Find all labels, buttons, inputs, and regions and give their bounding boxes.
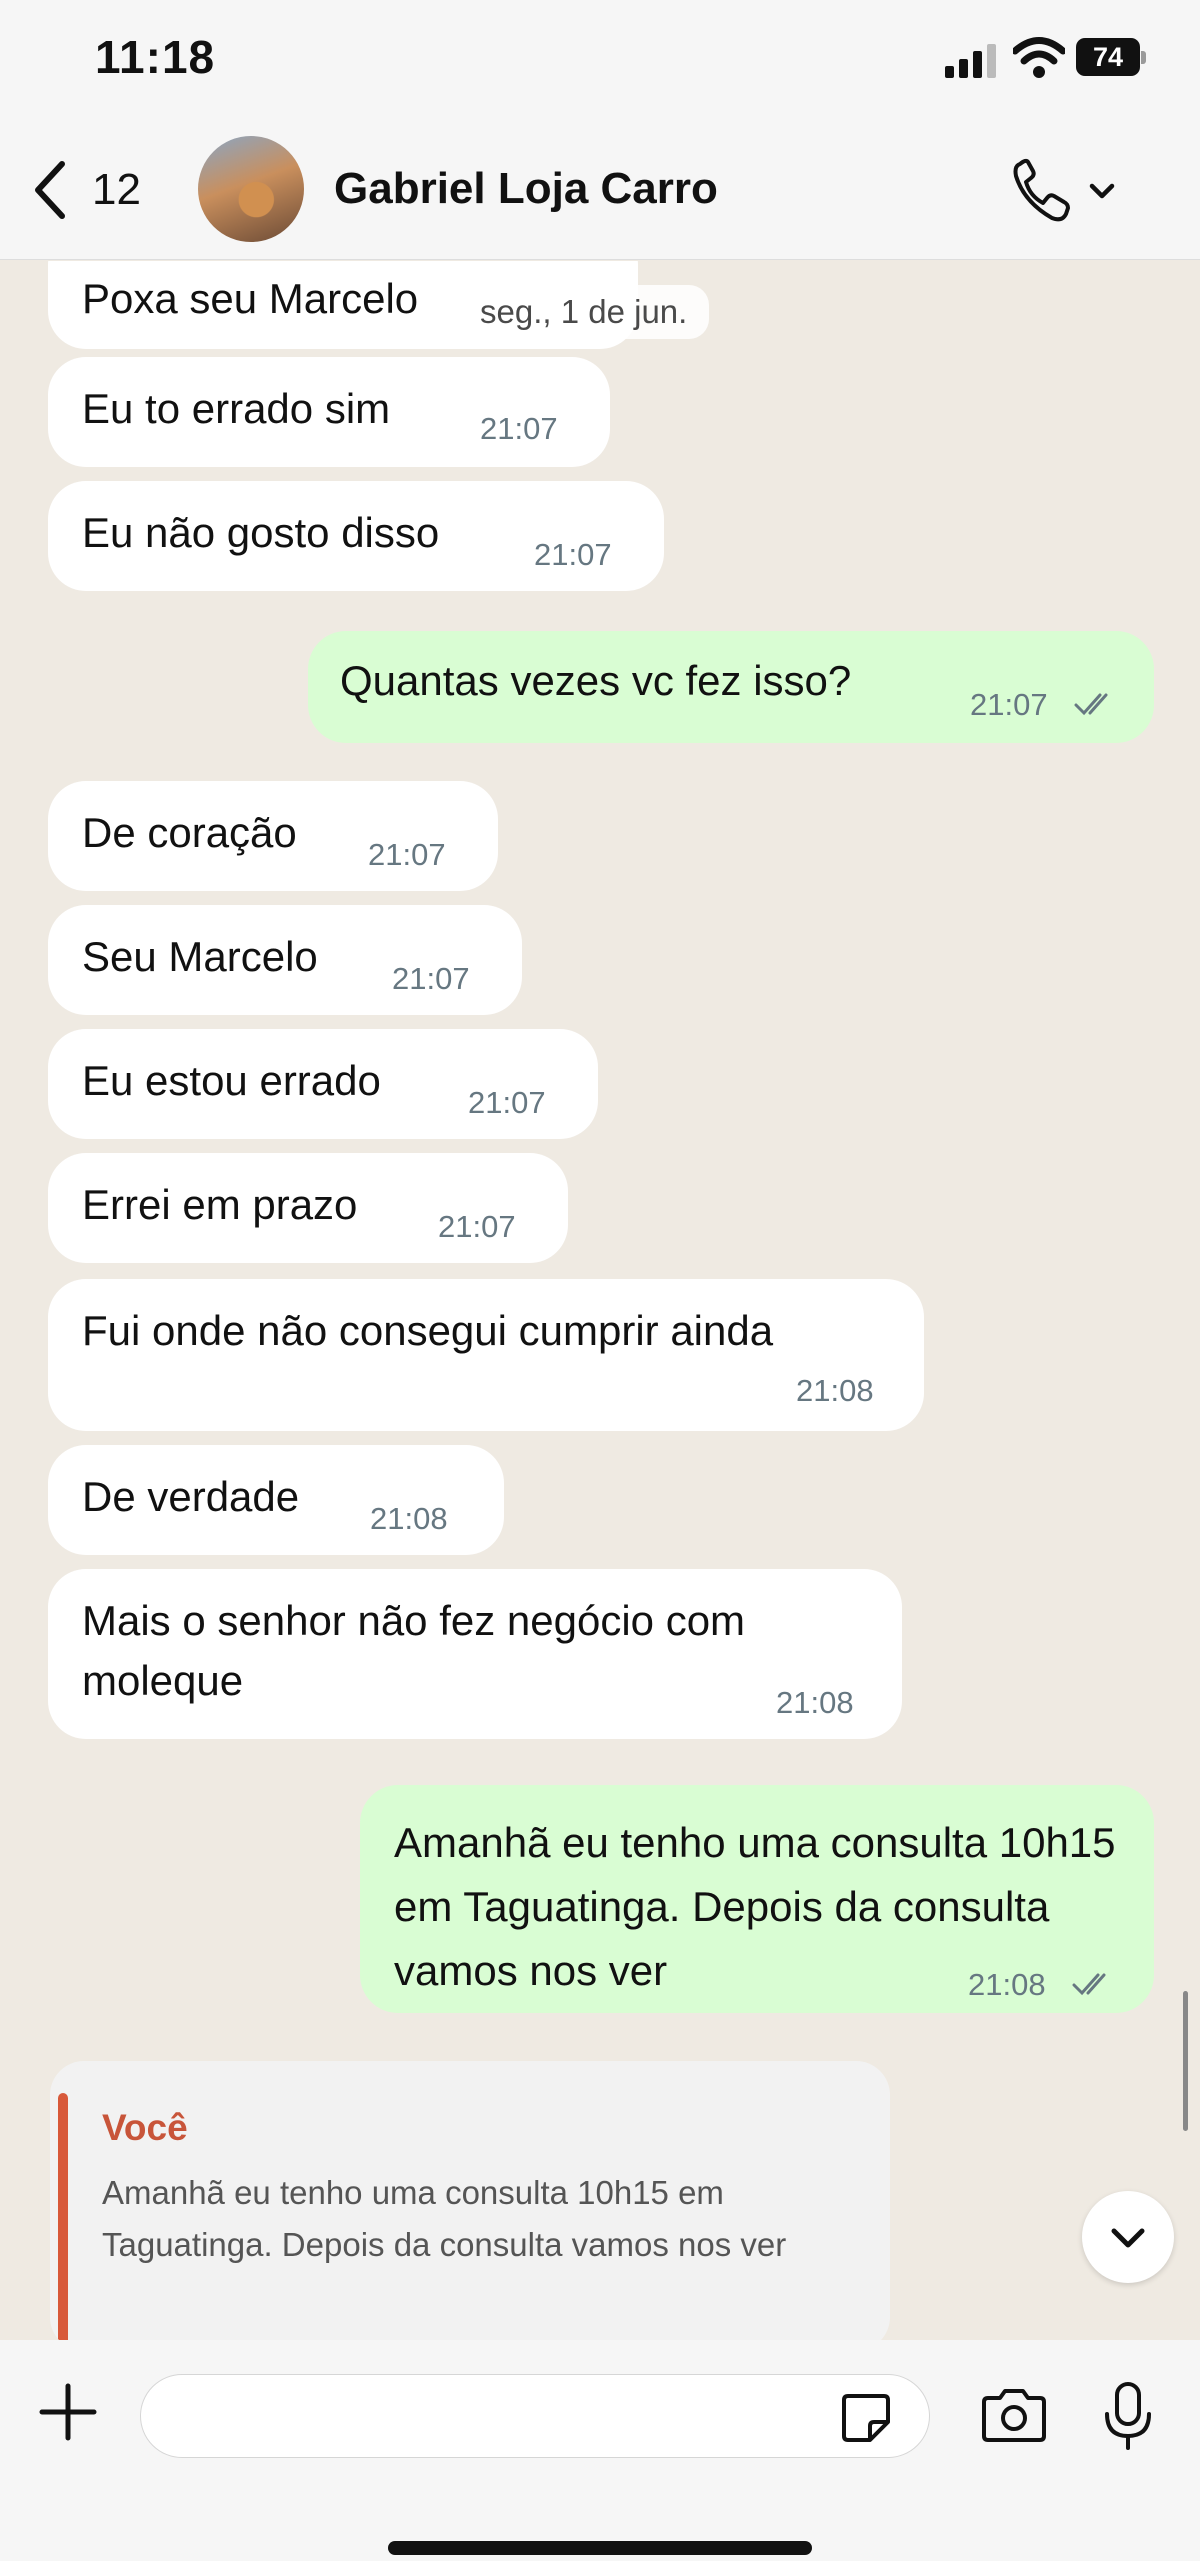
reply-preview[interactable]: Você Amanhã eu tenho uma consulta 10h15 … bbox=[50, 2061, 890, 2341]
message-incoming[interactable]: Eu estou errado 21:07 bbox=[48, 1029, 598, 1139]
battery-icon: 74 bbox=[1076, 38, 1146, 76]
message-incoming[interactable]: Eu to errado sim 21:07 bbox=[48, 357, 610, 467]
message-outgoing[interactable]: Quantas vezes vc fez isso? 21:07 bbox=[308, 631, 1154, 743]
message-incoming[interactable]: Fui onde não consegui cumprir ainda 21:0… bbox=[48, 1279, 924, 1431]
phone-icon bbox=[1013, 158, 1070, 222]
message-time: 21:07 bbox=[368, 837, 446, 872]
message-incoming[interactable]: Seu Marcelo 21:07 bbox=[48, 905, 522, 1015]
message-incoming[interactable]: Errei em prazo 21:07 bbox=[48, 1153, 568, 1263]
message-text: Quantas vezes vc fez isso? bbox=[340, 657, 852, 704]
message-text: Eu to errado sim bbox=[82, 385, 391, 432]
message-incoming[interactable]: Mais o senhor não fez negócio com molequ… bbox=[48, 1569, 902, 1739]
message-time: 21:07 bbox=[438, 1209, 516, 1244]
chat-header: 12 Gabriel Loja Carro bbox=[0, 120, 1200, 260]
call-button[interactable] bbox=[1010, 156, 1130, 226]
message-incoming[interactable]: Eu não gosto disso 21:07 bbox=[48, 481, 664, 591]
microphone-icon[interactable] bbox=[1100, 2380, 1156, 2452]
message-text: Eu estou errado bbox=[82, 1057, 381, 1104]
message-text: Seu Marcelo bbox=[82, 933, 318, 980]
back-chevron-icon bbox=[35, 161, 65, 219]
chevron-down-icon bbox=[1089, 183, 1115, 199]
status-bar: 11:18 74 bbox=[0, 0, 1200, 120]
scroll-indicator[interactable] bbox=[1183, 1991, 1188, 2131]
message-text: Eu não gosto disso bbox=[82, 509, 440, 556]
message-outgoing[interactable]: Amanhã eu tenho uma consulta 10h15 em Ta… bbox=[360, 1785, 1154, 2013]
back-button[interactable]: 12 bbox=[30, 158, 170, 222]
message-text: Mais o senhor não fez negócio com molequ… bbox=[82, 1597, 746, 1704]
avatar[interactable] bbox=[198, 136, 304, 242]
message-time: 21:07 bbox=[970, 687, 1048, 722]
message-time: 21:07 bbox=[392, 961, 470, 996]
message-time: 21:07 bbox=[468, 1085, 546, 1120]
double-check-icon bbox=[1074, 693, 1108, 716]
battery-level: 74 bbox=[1076, 38, 1140, 76]
message-text: De verdade bbox=[82, 1473, 300, 1520]
message-text: De coração bbox=[82, 809, 297, 856]
contact-name[interactable]: Gabriel Loja Carro bbox=[334, 164, 718, 214]
cellular-signal-icon bbox=[945, 44, 999, 78]
wifi-icon bbox=[1013, 37, 1065, 78]
reply-text: Amanhã eu tenho uma consulta 10h15 em Ta… bbox=[102, 2174, 787, 2263]
reply-author: Você bbox=[102, 2107, 188, 2148]
message-time: 21:08 bbox=[796, 1373, 874, 1408]
status-time: 11:18 bbox=[95, 31, 216, 83]
sticker-icon[interactable] bbox=[838, 2390, 894, 2446]
double-check-icon bbox=[1072, 1973, 1106, 1996]
message-text: Poxa seu Marcelo bbox=[82, 275, 419, 322]
message-text: Errei em prazo bbox=[82, 1181, 358, 1228]
message-list[interactable]: Poxa seu Marcelo seg., 1 de jun. Eu to e… bbox=[0, 261, 1200, 2341]
message-time: 21:07 bbox=[534, 537, 612, 572]
message-time: 21:08 bbox=[968, 1967, 1046, 2002]
message-time: 21:08 bbox=[776, 1685, 854, 1720]
message-incoming[interactable]: De coração 21:07 bbox=[48, 781, 498, 891]
chevron-down-icon bbox=[1111, 2228, 1145, 2248]
date-separator: seg., 1 de jun. bbox=[458, 285, 710, 339]
home-indicator bbox=[388, 2541, 812, 2555]
reply-accent-bar bbox=[58, 2093, 68, 2341]
message-incoming[interactable]: De verdade 21:08 bbox=[48, 1445, 504, 1555]
camera-icon[interactable] bbox=[978, 2386, 1050, 2446]
scroll-to-bottom-button[interactable] bbox=[1082, 2191, 1174, 2283]
message-input[interactable] bbox=[140, 2374, 930, 2458]
message-text: Fui onde não consegui cumprir ainda bbox=[82, 1307, 774, 1354]
unread-count: 12 bbox=[92, 165, 141, 214]
plus-icon[interactable] bbox=[38, 2382, 98, 2442]
message-time: 21:07 bbox=[480, 411, 558, 446]
message-time: 21:08 bbox=[370, 1501, 448, 1536]
composer-bar bbox=[0, 2340, 1200, 2561]
